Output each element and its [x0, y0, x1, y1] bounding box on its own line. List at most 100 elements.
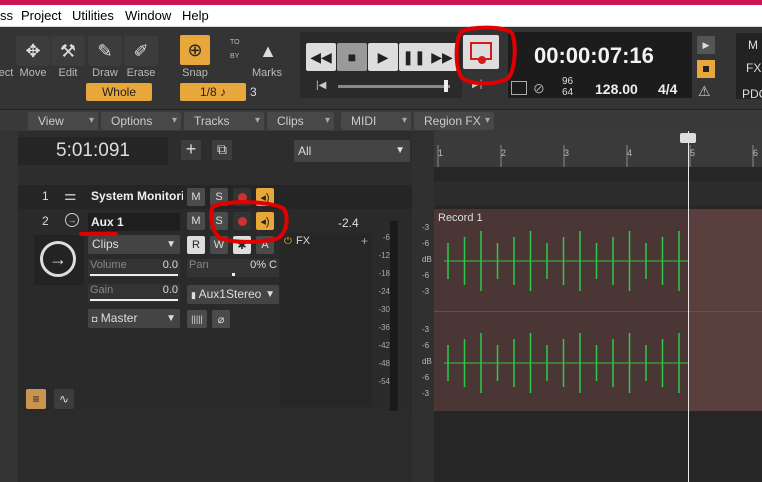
mute-button-2[interactable]: M [187, 212, 205, 230]
read-automation-button[interactable]: R [187, 236, 205, 254]
input-icon: ▮ [191, 290, 196, 300]
phase-icon: ⌀ [217, 313, 225, 326]
draw-tool-button[interactable]: ✎ [88, 36, 122, 66]
db-label: -36 [378, 323, 390, 332]
write-automation-button[interactable]: W [210, 236, 228, 254]
go-to-start-icon[interactable]: |◀ [316, 80, 326, 91]
timebase-top: 96 [562, 76, 574, 87]
menu-item-help[interactable]: Help [182, 8, 209, 23]
automation-button[interactable]: ∿ [54, 389, 74, 409]
loop-icon[interactable] [511, 81, 527, 95]
fast-forward-icon: ▶▶ [431, 48, 453, 65]
right-fx-button[interactable]: FX [746, 61, 761, 75]
chevron-down-icon: ▼ [395, 145, 405, 156]
duplicate-track-button[interactable]: ⧉ [212, 140, 232, 160]
tempo-value[interactable]: 128.00 [595, 81, 638, 97]
draw-label: Draw [92, 67, 118, 79]
add-fx-icon[interactable]: + [361, 234, 368, 248]
volume-slider[interactable]: Volume 0.0 [88, 259, 180, 277]
edit-label: Edit [58, 67, 78, 79]
tracks-menu[interactable]: Tracks [184, 112, 264, 130]
arm-button-2[interactable] [233, 212, 251, 230]
position-readout[interactable]: 5:01:091 [18, 137, 168, 165]
move-label: Move [19, 67, 47, 79]
splitter[interactable] [412, 131, 434, 482]
snap-number: 3 [250, 85, 257, 99]
bus-icon-button[interactable]: ||||| [187, 310, 207, 328]
right-m-button[interactable]: M [748, 38, 758, 52]
track-filter-dropdown[interactable]: All ▼ [294, 140, 410, 162]
go-to-end-icon[interactable]: ▶| [472, 79, 482, 90]
move-tool-button[interactable]: ✥ [16, 36, 50, 66]
region-fx-menu[interactable]: Region FX [414, 112, 494, 130]
mute-button-1[interactable]: M [187, 188, 205, 206]
record-arm-icon [237, 216, 247, 226]
fast-forward-button[interactable]: ▶▶ [427, 43, 457, 71]
time-readout[interactable]: 00:00:07:16 [534, 43, 654, 69]
snap-value-dropdown[interactable]: 1/8 ♪ [180, 83, 246, 101]
aux-large-icon: → [40, 241, 76, 277]
input-dropdown[interactable]: ▮ Aux1Stereo ▼ [187, 285, 279, 304]
gain-slider[interactable]: Gain 0.0 [88, 284, 180, 302]
expand-button[interactable]: ▶ [697, 36, 715, 54]
clip-db-label: -3 [422, 223, 430, 232]
position-slider[interactable] [338, 85, 450, 88]
track-icon[interactable]: → [34, 235, 84, 285]
arm-button-1[interactable] [233, 188, 251, 206]
output-master-dropdown[interactable]: ◘ Master ▼ [88, 309, 180, 328]
right-pdc-button[interactable]: PDC [742, 87, 762, 101]
now-time-marker[interactable] [680, 133, 696, 143]
db-label: -6 [382, 233, 390, 242]
menu-item-window[interactable]: Window [125, 8, 171, 23]
erase-tool-button[interactable]: ✐ [124, 36, 158, 66]
track-number-2: 2 [42, 214, 49, 228]
input-echo-button-2[interactable]: ◂) [256, 212, 274, 230]
menu-item-process[interactable]: ss [0, 8, 13, 23]
snowflake-button[interactable]: ✱ [233, 236, 251, 254]
time-signature[interactable]: 4/4 [658, 81, 677, 97]
archive-button[interactable]: A [256, 236, 274, 254]
collapse-button[interactable]: ≡ [26, 389, 46, 409]
list-icon: ≡ [32, 392, 40, 406]
position-slider-handle[interactable] [444, 80, 448, 92]
phase-button[interactable]: ⌀ [212, 310, 230, 328]
clip-db-label: -6 [422, 341, 430, 350]
pan-value: 0% C [250, 259, 277, 271]
timebase-bottom: 64 [562, 87, 574, 98]
pan-center-mark [232, 273, 235, 276]
whole-dropdown[interactable]: Whole [86, 83, 152, 101]
clips-dropdown[interactable]: Clips ▼ [88, 235, 180, 254]
snap-button[interactable]: ⊕ [180, 35, 210, 65]
view-menu[interactable]: View [28, 112, 98, 130]
rewind-button[interactable]: ◀◀ [306, 43, 336, 71]
fx-bin[interactable]: ⏻ FX + [280, 233, 372, 407]
menu-item-utilities[interactable]: Utilities [72, 8, 114, 23]
track-name-1[interactable]: System Monitorii [91, 189, 183, 203]
clip-db-label: -3 [422, 389, 430, 398]
toggle-button[interactable] [697, 60, 715, 78]
pan-slider[interactable]: Pan 0% C [187, 259, 279, 277]
metronome-off-icon[interactable]: ⊘ [533, 80, 545, 97]
marks-button[interactable]: ▲ [253, 36, 283, 66]
pause-button[interactable]: ❚❚ [399, 43, 429, 71]
metronome-icon[interactable]: ⚠ [698, 83, 711, 100]
edit-tool-button[interactable]: ⚒ [51, 36, 85, 66]
options-menu[interactable]: Options [101, 112, 181, 130]
input-echo-button-1[interactable]: ◂) [256, 188, 274, 206]
clip-db-label: -6 [422, 239, 430, 248]
track-name-2[interactable]: Aux 1 [88, 213, 180, 231]
add-track-button[interactable]: + [181, 140, 201, 160]
stop-button[interactable]: ■ [337, 43, 367, 71]
empty-track-area [18, 412, 412, 482]
clips-menu[interactable]: Clips [267, 112, 334, 130]
midi-menu[interactable]: MIDI [341, 112, 411, 130]
solo-button-2[interactable]: S [210, 212, 228, 230]
solo-button-1[interactable]: S [210, 188, 228, 206]
play-button[interactable]: ▶ [368, 43, 398, 71]
record-button[interactable] [463, 35, 499, 69]
plus-icon: + [185, 139, 197, 159]
record-frame [470, 42, 492, 60]
menu-item-project[interactable]: Project [21, 8, 61, 23]
mountain-icon: ▲ [259, 40, 277, 61]
db-label: -48 [378, 359, 390, 368]
